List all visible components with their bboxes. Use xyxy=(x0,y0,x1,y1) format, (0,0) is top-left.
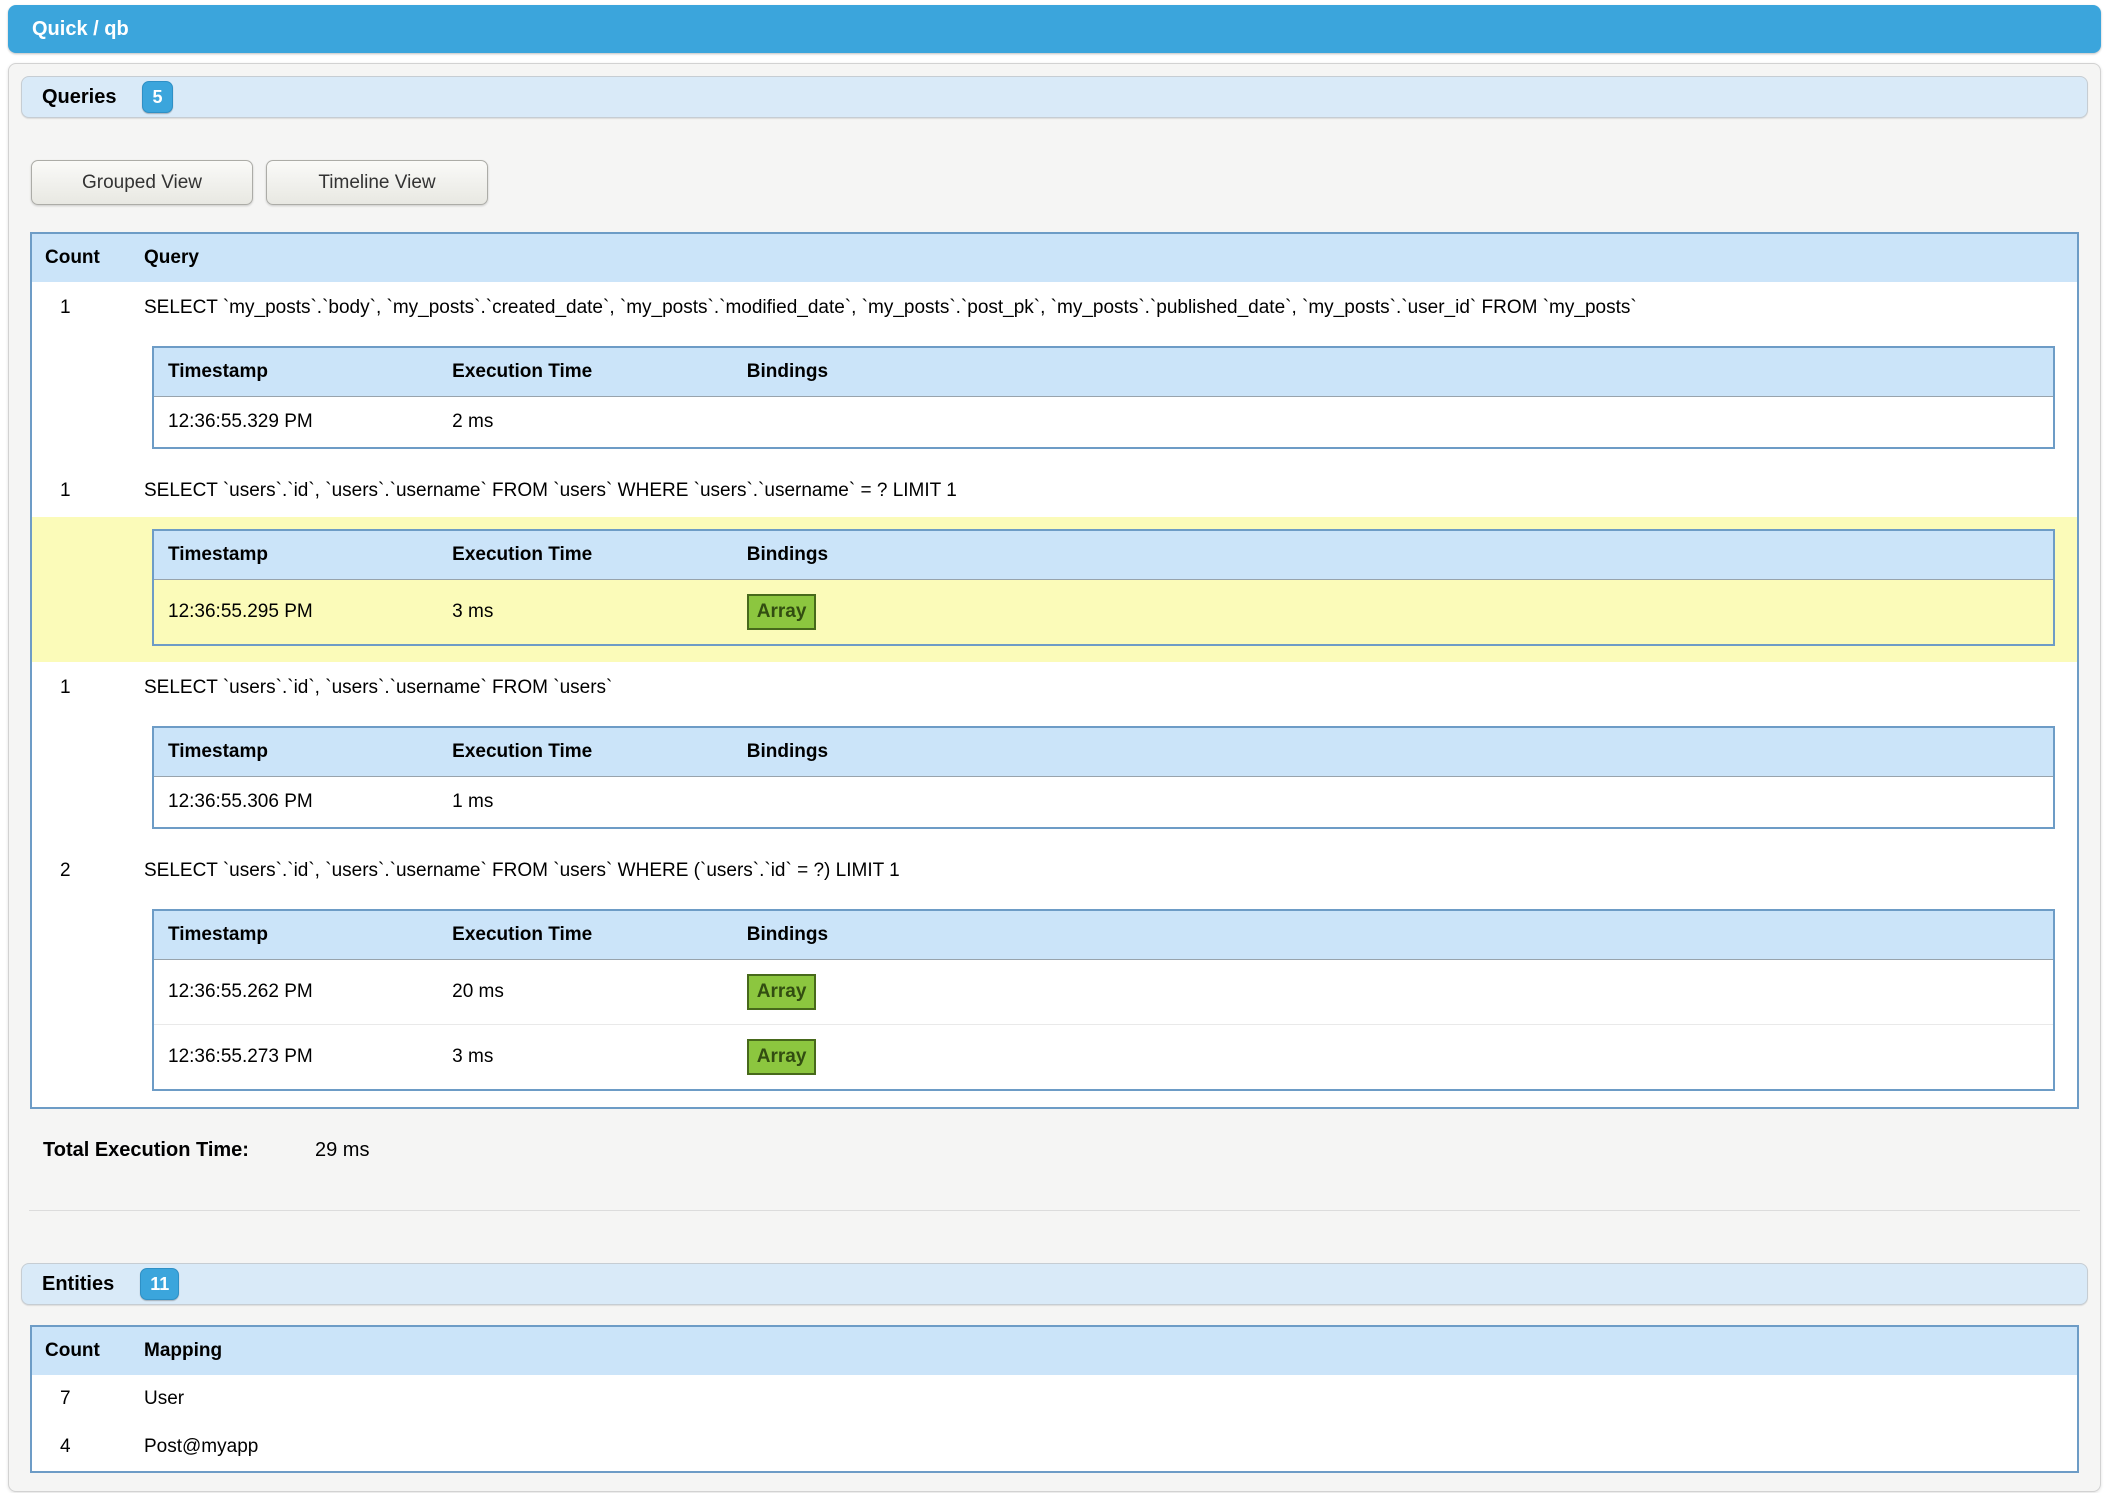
execution-time-column-header: Execution Time xyxy=(438,530,733,580)
bindings-column-header: Bindings xyxy=(733,347,2054,397)
execution-time-column-header: Execution Time xyxy=(438,727,733,777)
execution-time: 3 ms xyxy=(438,1025,733,1091)
query-detail-row: Timestamp Execution Time Bindings 12:36:… xyxy=(31,334,2078,465)
execution-row: 12:36:55.329 PM 2 ms xyxy=(153,397,2054,449)
execution-table-header-row: Timestamp Execution Time Bindings xyxy=(153,530,2054,580)
entities-table-header-row: Count Mapping xyxy=(31,1326,2078,1375)
query-count: 2 xyxy=(31,845,131,897)
query-sql: SELECT `users`.`id`, `users`.`username` … xyxy=(131,662,2078,714)
bindings-column-header: Bindings xyxy=(733,530,2054,580)
timestamp-column-header: Timestamp xyxy=(153,347,438,397)
execution-table-header-row: Timestamp Execution Time Bindings xyxy=(153,347,2054,397)
queries-count-badge: 5 xyxy=(142,81,172,113)
query-count: 1 xyxy=(31,282,131,334)
entity-row: 7 User xyxy=(31,1375,2078,1423)
execution-row: 12:36:55.262 PM 20 ms Array xyxy=(153,960,2054,1025)
execution-time: 3 ms xyxy=(438,580,733,646)
query-count: 1 xyxy=(31,662,131,714)
execution-bindings: Array xyxy=(733,580,2054,646)
execution-table: Timestamp Execution Time Bindings 12:36:… xyxy=(152,346,2055,449)
query-group-row: 1 SELECT `my_posts`.`body`, `my_posts`.`… xyxy=(31,282,2078,334)
execution-bindings: Array xyxy=(733,1025,2054,1091)
entities-section-header[interactable]: Entities 11 xyxy=(21,1263,2088,1305)
query-count: 1 xyxy=(31,465,131,517)
execution-table: Timestamp Execution Time Bindings 12:36:… xyxy=(152,909,2055,1091)
execution-timestamp: 12:36:55.295 PM xyxy=(153,580,438,646)
queries-query-column-header: Query xyxy=(131,233,2078,282)
timeline-view-button[interactable]: Timeline View xyxy=(266,160,488,205)
bindings-array-button[interactable]: Array xyxy=(747,1039,817,1075)
execution-time: 2 ms xyxy=(438,397,733,449)
query-detail-row-highlighted: Timestamp Execution Time Bindings 12:36:… xyxy=(31,517,2078,662)
query-detail-row: Timestamp Execution Time Bindings 12:36:… xyxy=(31,714,2078,845)
queries-section-title: Queries xyxy=(42,86,116,109)
bindings-column-header: Bindings xyxy=(733,727,2054,777)
queries-table-header-row: Count Query xyxy=(31,233,2078,282)
grouped-view-button[interactable]: Grouped View xyxy=(31,160,253,205)
entity-mapping: Post@myapp xyxy=(131,1423,2078,1472)
timestamp-column-header: Timestamp xyxy=(153,530,438,580)
entities-count-badge: 11 xyxy=(140,1268,179,1300)
execution-row-highlighted: 12:36:55.295 PM 3 ms Array xyxy=(153,580,2054,646)
bindings-array-button[interactable]: Array xyxy=(747,974,817,1010)
entity-mapping: User xyxy=(131,1375,2078,1423)
bindings-array-button[interactable]: Array xyxy=(747,594,817,630)
execution-bindings xyxy=(733,777,2054,829)
entities-count-column-header: Count xyxy=(31,1326,131,1375)
execution-time: 1 ms xyxy=(438,777,733,829)
execution-bindings xyxy=(733,397,2054,449)
total-execution-time-value: 29 ms xyxy=(315,1139,369,1161)
query-group-row: 2 SELECT `users`.`id`, `users`.`username… xyxy=(31,845,2078,897)
view-buttons-row: Grouped View Timeline View xyxy=(31,160,2088,205)
query-sql: SELECT `users`.`id`, `users`.`username` … xyxy=(131,465,2078,517)
bindings-column-header: Bindings xyxy=(733,910,2054,960)
execution-table-header-row: Timestamp Execution Time Bindings xyxy=(153,910,2054,960)
entity-count: 7 xyxy=(31,1375,131,1423)
page-title: Quick / qb xyxy=(32,18,129,41)
query-detail-row: Timestamp Execution Time Bindings 12:36:… xyxy=(31,897,2078,1108)
entity-row: 4 Post@myapp xyxy=(31,1423,2078,1472)
execution-time: 20 ms xyxy=(438,960,733,1025)
execution-bindings: Array xyxy=(733,960,2054,1025)
debug-panel: Queries 5 Grouped View Timeline View Cou… xyxy=(8,63,2101,1492)
total-execution-time-row: Total Execution Time:29 ms xyxy=(43,1139,2088,1162)
execution-row: 12:36:55.306 PM 1 ms xyxy=(153,777,2054,829)
entity-count: 4 xyxy=(31,1423,131,1472)
execution-table: Timestamp Execution Time Bindings 12:36:… xyxy=(152,726,2055,829)
timestamp-column-header: Timestamp xyxy=(153,910,438,960)
entities-section-title: Entities xyxy=(42,1273,114,1296)
entities-table: Count Mapping 7 User 4 Post@myapp xyxy=(30,1325,2079,1473)
query-sql: SELECT `users`.`id`, `users`.`username` … xyxy=(131,845,2078,897)
entities-mapping-column-header: Mapping xyxy=(131,1326,2078,1375)
execution-table-header-row: Timestamp Execution Time Bindings xyxy=(153,727,2054,777)
query-sql: SELECT `my_posts`.`body`, `my_posts`.`cr… xyxy=(131,282,2078,334)
execution-timestamp: 12:36:55.306 PM xyxy=(153,777,438,829)
queries-table: Count Query 1 SELECT `my_posts`.`body`, … xyxy=(30,232,2079,1109)
query-group-row: 1 SELECT `users`.`id`, `users`.`username… xyxy=(31,465,2078,517)
execution-timestamp: 12:36:55.329 PM xyxy=(153,397,438,449)
execution-time-column-header: Execution Time xyxy=(438,347,733,397)
total-execution-time-label: Total Execution Time: xyxy=(43,1139,315,1162)
execution-timestamp: 12:36:55.262 PM xyxy=(153,960,438,1025)
execution-timestamp: 12:36:55.273 PM xyxy=(153,1025,438,1091)
section-divider xyxy=(29,1210,2080,1211)
execution-table: Timestamp Execution Time Bindings 12:36:… xyxy=(152,529,2055,646)
query-group-row: 1 SELECT `users`.`id`, `users`.`username… xyxy=(31,662,2078,714)
execution-time-column-header: Execution Time xyxy=(438,910,733,960)
queries-count-column-header: Count xyxy=(31,233,131,282)
execution-row: 12:36:55.273 PM 3 ms Array xyxy=(153,1025,2054,1091)
queries-section-header[interactable]: Queries 5 xyxy=(21,76,2088,118)
title-bar[interactable]: Quick / qb xyxy=(8,5,2101,53)
timestamp-column-header: Timestamp xyxy=(153,727,438,777)
